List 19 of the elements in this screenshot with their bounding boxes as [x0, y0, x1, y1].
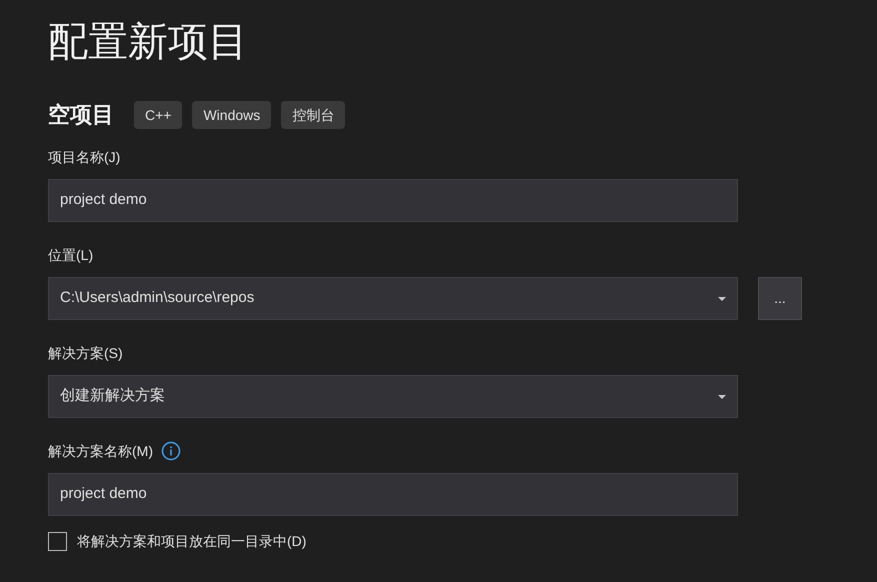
- info-icon[interactable]: [161, 441, 181, 461]
- input-field[interactable]: project demo: [48, 473, 738, 516]
- page-title: 配置新项目: [48, 19, 249, 66]
- checkbox-label: 将解决方案和项目放在同一目录中(D): [77, 532, 306, 551]
- template-tag: 控制台: [281, 100, 346, 128]
- dropdown-field[interactable]: 创建新解决方案: [48, 375, 738, 418]
- template-name: 空项目: [48, 101, 114, 129]
- input-field[interactable]: project demo: [48, 179, 738, 222]
- browse-button[interactable]: ...: [758, 277, 802, 320]
- caret-icon: [718, 394, 726, 398]
- dropdown-field[interactable]: C:\Users\admin\source\repos: [48, 277, 738, 320]
- caret-icon: [718, 296, 726, 300]
- template-tag: Windows: [192, 100, 272, 128]
- field-label: 项目名称(J): [48, 148, 120, 167]
- field-label: 解决方案(S): [48, 344, 123, 363]
- checkbox[interactable]: [48, 532, 67, 551]
- template-tag: C++: [134, 100, 182, 128]
- field-label: 解决方案名称(M): [48, 442, 153, 461]
- field-label: 位置(L): [48, 246, 94, 265]
